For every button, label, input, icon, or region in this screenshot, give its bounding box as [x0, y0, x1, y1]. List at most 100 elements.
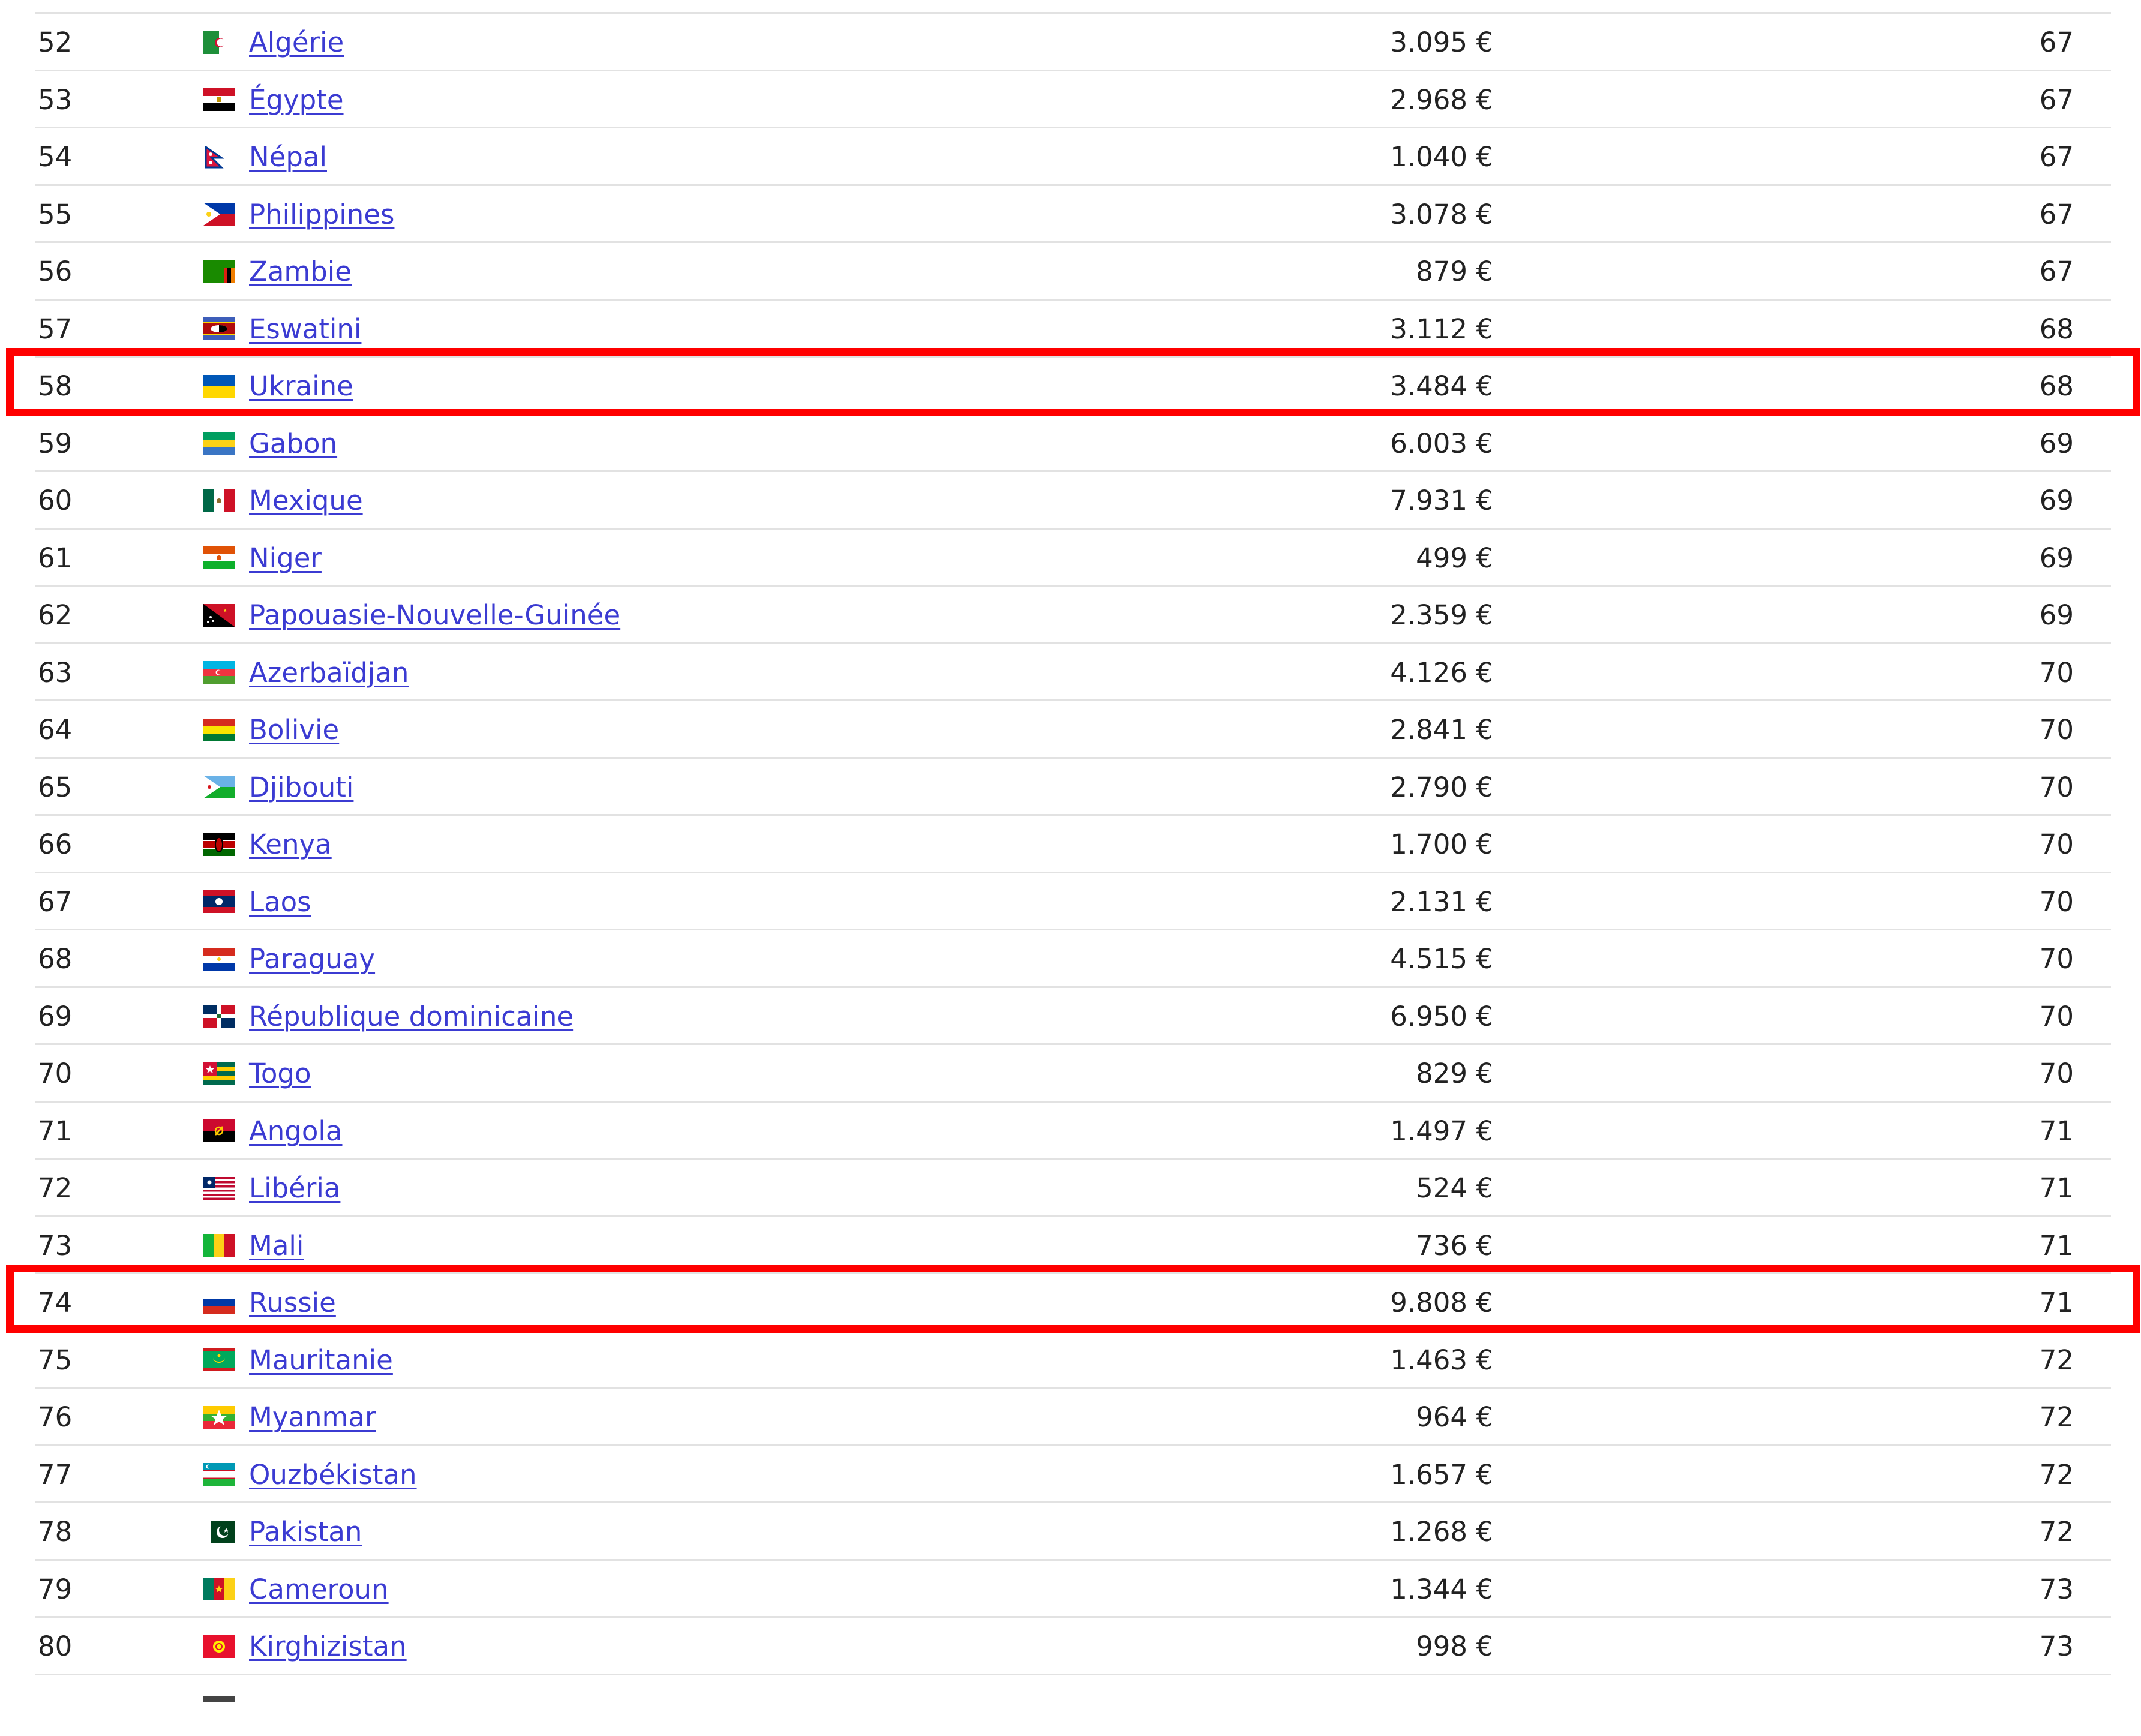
value-cell: 4.126 €: [1390, 656, 1493, 689]
country-link[interactable]: Gabon: [249, 415, 337, 472]
value-cell: 2.841 €: [1390, 714, 1493, 746]
myanmar-flag-icon: [203, 1405, 235, 1429]
table-row: 65 Djibouti 2.790 € 70: [35, 759, 2111, 816]
cameroon-flag-icon: [203, 1578, 235, 1601]
country-link[interactable]: Algérie: [249, 14, 344, 71]
value-cell: 6.950 €: [1390, 1000, 1493, 1032]
country-link[interactable]: Ukraine: [249, 358, 353, 415]
value-cell: 2.968 €: [1390, 83, 1493, 116]
rank-cell: 57: [38, 313, 73, 345]
philippines-flag-icon: [203, 203, 235, 226]
rank-cell: 79: [38, 1573, 73, 1605]
rank-cell: 52: [38, 26, 73, 58]
ukraine-flag-icon: [203, 374, 235, 398]
table-row: 70 Togo 829 € 70: [35, 1045, 2111, 1103]
country-link[interactable]: Mali: [249, 1217, 304, 1274]
rank-cell: 53: [38, 83, 73, 116]
rank-cell: 59: [38, 427, 73, 459]
table-row: 54 Népal 1.040 € 67: [35, 128, 2111, 186]
kenya-flag-icon: [203, 833, 235, 856]
uzbekistan-flag-icon: [203, 1463, 235, 1486]
nepal-flag-icon: [203, 145, 235, 169]
value-cell: 3.078 €: [1390, 198, 1493, 230]
table-row: 56 Zambie 879 € 67: [35, 243, 2111, 301]
value-cell: 499 €: [1416, 542, 1493, 574]
country-link[interactable]: Laos: [249, 873, 311, 930]
table-row: 62 Papouasie-Nouvelle-Guinée 2.359 € 69: [35, 587, 2111, 644]
country-link[interactable]: Népal: [249, 128, 327, 185]
country-link[interactable]: Kirghizistan: [249, 1618, 407, 1675]
value-cell: 1.657 €: [1390, 1458, 1493, 1491]
country-link[interactable]: Pakistan: [249, 1503, 362, 1560]
table-row: 64 Bolivie 2.841 € 70: [35, 701, 2111, 759]
mexico-flag-icon: [203, 489, 235, 512]
table-row: 68 Paraguay 4.515 € 70: [35, 930, 2111, 988]
country-link[interactable]: Philippines: [249, 186, 394, 243]
score-cell: 67: [2039, 26, 2074, 58]
laos-flag-icon: [203, 890, 235, 914]
rank-cell: 66: [38, 828, 73, 860]
country-link[interactable]: Kenya: [249, 816, 332, 873]
country-link[interactable]: Myanmar: [249, 1389, 376, 1446]
rank-cell: 80: [38, 1630, 73, 1662]
value-cell: 4.515 €: [1390, 943, 1493, 975]
score-cell: 70: [2039, 828, 2074, 860]
table-row: 71 Angola 1.497 € 71: [35, 1103, 2111, 1160]
country-link[interactable]: Russie: [249, 1274, 336, 1331]
rank-cell: 60: [38, 485, 73, 516]
dominican-republic-flag-icon: [203, 1005, 235, 1028]
country-link[interactable]: Zambie: [249, 243, 352, 300]
rank-cell: 67: [38, 885, 73, 918]
table-row: 78 Pakistan 1.268 € 72: [35, 1503, 2111, 1561]
table-row: 57 Eswatini 3.112 € 68: [35, 301, 2111, 358]
rank-cell: 58: [38, 370, 73, 402]
score-cell: 71: [2039, 1115, 2074, 1147]
score-cell: 71: [2039, 1172, 2074, 1204]
country-link[interactable]: Angola: [249, 1103, 342, 1160]
country-link[interactable]: Togo: [249, 1045, 311, 1102]
rank-cell: 73: [38, 1229, 73, 1262]
country-link[interactable]: Niger: [249, 530, 322, 587]
country-link[interactable]: Eswatini: [249, 301, 361, 358]
score-cell: 67: [2039, 83, 2074, 116]
country-link[interactable]: Libéria: [249, 1160, 340, 1217]
table-row: 73 Mali 736 € 71: [35, 1217, 2111, 1274]
score-cell: 71: [2039, 1287, 2074, 1318]
value-cell: 7.931 €: [1390, 485, 1493, 516]
country-link[interactable]: Papouasie-Nouvelle-Guinée: [249, 587, 620, 644]
rank-cell: 71: [38, 1115, 73, 1147]
value-cell: 9.808 €: [1390, 1287, 1493, 1318]
papua-new-guinea-flag-icon: [203, 603, 235, 627]
country-link[interactable]: Égypte: [249, 71, 344, 128]
score-cell: 67: [2039, 198, 2074, 230]
table-row: 55 Philippines 3.078 € 67: [35, 186, 2111, 243]
country-link[interactable]: Azerbaïdjan: [249, 644, 409, 701]
kyrgyzstan-flag-icon: [203, 1635, 235, 1658]
country-link[interactable]: Mexique: [249, 472, 363, 529]
score-cell: 72: [2039, 1344, 2074, 1376]
country-link[interactable]: Djibouti: [249, 759, 353, 816]
country-link[interactable]: République dominicaine: [249, 988, 573, 1045]
country-link[interactable]: Ouzbékistan: [249, 1446, 417, 1503]
country-link[interactable]: Bolivie: [249, 701, 339, 758]
zambia-flag-icon: [203, 260, 235, 283]
table-row: 76 Myanmar 964 € 72: [35, 1389, 2111, 1446]
value-cell: 1.040 €: [1390, 141, 1493, 173]
rank-cell: 75: [38, 1344, 73, 1376]
rank-cell: 68: [38, 943, 73, 975]
rank-cell: 65: [38, 771, 73, 803]
table-row: 53 Égypte 2.968 € 67: [35, 71, 2111, 128]
table-row: 58 Ukraine 3.484 € 68: [35, 358, 2111, 415]
country-link[interactable]: Mauritanie: [249, 1332, 393, 1389]
score-cell: 69: [2039, 485, 2074, 516]
value-cell: 736 €: [1416, 1229, 1493, 1262]
liberia-flag-icon: [203, 1176, 235, 1200]
score-cell: 72: [2039, 1401, 2074, 1433]
country-link[interactable]: Paraguay: [249, 930, 375, 987]
value-cell: 3.112 €: [1390, 313, 1493, 345]
table-row: 75 Mauritanie 1.463 € 72: [35, 1332, 2111, 1389]
value-cell: 6.003 €: [1390, 427, 1493, 459]
score-cell: 70: [2039, 943, 2074, 975]
djibouti-flag-icon: [203, 776, 235, 799]
country-link[interactable]: Cameroun: [249, 1561, 389, 1618]
